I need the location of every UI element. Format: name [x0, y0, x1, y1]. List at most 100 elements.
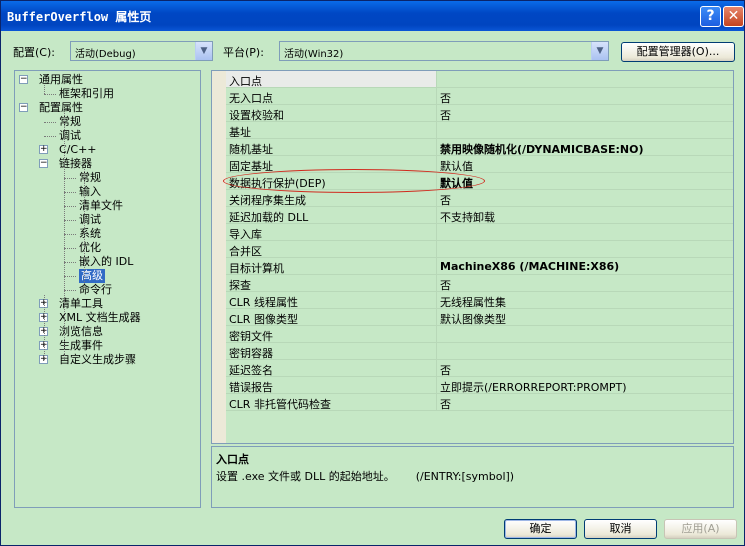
description-title: 入口点 [216, 453, 249, 466]
tree-item[interactable]: 通用属性 [39, 73, 83, 87]
property-name: 固定基址 [229, 160, 273, 173]
column-divider [436, 173, 437, 190]
tree-item[interactable]: 调试 [79, 213, 101, 227]
property-value[interactable]: 无线程属性集 [440, 294, 506, 310]
property-value[interactable]: 否 [440, 277, 451, 293]
tree-connector [44, 136, 56, 137]
close-button[interactable]: ✕ [723, 6, 744, 27]
property-tree[interactable]: − 通用属性 框架和引用 − 配置属性 常规 调试 + C/C++ − 链接器 常规 输入 清单文件 调试系… [14, 70, 201, 508]
property-value[interactable]: MachineX86 (/MACHINE:X86) [440, 260, 619, 273]
tree-item[interactable]: 高级 [79, 269, 105, 283]
property-row[interactable]: 探查 否 [226, 275, 733, 292]
tree-connector [64, 178, 76, 179]
property-row[interactable]: 设置校验和 否 [226, 105, 733, 122]
property-name: 延迟签名 [229, 364, 273, 377]
property-value[interactable]: 否 [440, 362, 451, 378]
property-row[interactable]: CLR 线程属性 无线程属性集 [226, 292, 733, 309]
property-value[interactable]: 否 [440, 192, 451, 208]
property-row[interactable]: 延迟加载的 DLL 不支持卸载 [226, 207, 733, 224]
tree-item[interactable]: 系统 [79, 227, 101, 241]
tree-item[interactable]: 清单工具 [59, 297, 103, 311]
property-row[interactable]: 密钥文件 [226, 326, 733, 343]
tree-connector [64, 234, 76, 235]
property-name: CLR 图像类型 [229, 313, 298, 326]
property-name: 密钥容器 [229, 347, 273, 360]
collapse-toggle-icon[interactable]: − [19, 103, 28, 112]
property-value[interactable]: 不支持卸载 [440, 209, 495, 225]
property-row[interactable]: 无入口点 否 [226, 88, 733, 105]
apply-button[interactable]: 应用(A) [664, 519, 737, 539]
property-value[interactable]: 禁用映像随机化(/DYNAMICBASE:NO) [440, 141, 644, 157]
property-row[interactable]: 数据执行保护(DEP) 默认值 [226, 173, 733, 190]
config-dropdown[interactable]: 活动(Debug) ▼ [70, 41, 213, 61]
title-bar[interactable]: BufferOverflow 属性页 ? ✕ [1, 1, 744, 31]
tree-guide-line [64, 113, 65, 360]
column-divider [436, 241, 437, 258]
cancel-button[interactable]: 取消 [584, 519, 657, 539]
expand-toggle-icon[interactable]: + [39, 145, 48, 154]
property-row[interactable]: CLR 图像类型 默认图像类型 [226, 309, 733, 326]
column-divider [436, 309, 437, 326]
ok-button[interactable]: 确定 [504, 519, 577, 539]
property-row[interactable]: CLR 非托管代码检查 否 [226, 394, 733, 411]
tree-item[interactable]: 浏览信息 [59, 325, 103, 339]
platform-label: 平台(P): [223, 46, 264, 59]
tree-item[interactable]: 优化 [79, 241, 101, 255]
collapse-toggle-icon[interactable]: − [39, 159, 48, 168]
tree-item[interactable]: 配置属性 [39, 101, 83, 115]
platform-dropdown-value: 活动(Win32) [284, 49, 344, 60]
property-value[interactable]: 否 [440, 90, 451, 106]
tree-item[interactable]: 输入 [79, 185, 101, 199]
tree-connector [64, 192, 76, 193]
tree-connector [64, 220, 76, 221]
property-name: 密钥文件 [229, 330, 273, 343]
property-row[interactable]: 密钥容器 [226, 343, 733, 360]
tree-item[interactable]: 框架和引用 [59, 87, 114, 101]
property-row[interactable]: 固定基址 默认值 [226, 156, 733, 173]
property-row[interactable]: 延迟签名 否 [226, 360, 733, 377]
column-divider [436, 156, 437, 173]
property-row[interactable]: 合并区 [226, 241, 733, 258]
chevron-down-icon[interactable]: ▼ [195, 42, 212, 60]
property-row[interactable]: 入口点 [226, 71, 733, 88]
config-dropdown-value: 活动(Debug) [75, 49, 136, 60]
property-row[interactable]: 目标计算机 MachineX86 (/MACHINE:X86) [226, 258, 733, 275]
platform-dropdown[interactable]: 活动(Win32) ▼ [279, 41, 609, 61]
column-divider [436, 326, 437, 343]
property-name: 关闭程序集生成 [229, 194, 306, 207]
property-row[interactable]: 关闭程序集生成 否 [226, 190, 733, 207]
tree-item[interactable]: 生成事件 [59, 339, 103, 353]
property-value[interactable]: 默认值 [440, 175, 473, 191]
help-button[interactable]: ? [700, 6, 721, 27]
property-value[interactable]: 否 [440, 107, 451, 123]
property-value[interactable]: 立即提示(/ERRORREPORT:PROMPT) [440, 379, 627, 395]
tree-item[interactable]: 清单文件 [79, 199, 123, 213]
chevron-down-icon[interactable]: ▼ [591, 42, 608, 60]
tree-item[interactable]: 自定义生成步骤 [59, 353, 136, 367]
property-grid[interactable]: 入口点 无入口点否设置校验和否基址随机基址 禁用映像随机化(/DYNAMICBASE… [211, 70, 734, 444]
tree-connector [64, 290, 76, 291]
property-row[interactable]: 导入库 [226, 224, 733, 241]
collapse-toggle-icon[interactable]: − [19, 75, 28, 84]
tree-item[interactable]: 常规 [79, 171, 101, 185]
property-value[interactable]: 默认值 [440, 158, 473, 174]
config-label: 配置(C): [13, 46, 55, 59]
tree-guide-line [44, 295, 45, 360]
tree-guide-line [84, 169, 85, 290]
property-name: 随机基址 [229, 143, 273, 156]
property-name: 探查 [229, 279, 251, 292]
tree-item[interactable]: 常规 [59, 115, 81, 129]
tree-item[interactable]: XML 文档生成器 [59, 311, 141, 325]
tree-connector [64, 206, 76, 207]
property-row[interactable]: 基址 [226, 122, 733, 139]
property-value[interactable]: 否 [440, 396, 451, 412]
property-row[interactable]: 错误报告 立即提示(/ERRORREPORT:PROMPT) [226, 377, 733, 394]
tree-item[interactable]: 嵌入的 IDL [79, 255, 133, 269]
tree-item[interactable]: 调试 [59, 129, 81, 143]
property-name: CLR 线程属性 [229, 296, 298, 309]
property-value[interactable]: 默认图像类型 [440, 311, 506, 327]
property-name: 入口点 [229, 75, 262, 88]
property-row[interactable]: 随机基址 禁用映像随机化(/DYNAMICBASE:NO) [226, 139, 733, 156]
config-manager-button[interactable]: 配置管理器(O)... [621, 42, 735, 62]
column-divider [436, 207, 437, 224]
